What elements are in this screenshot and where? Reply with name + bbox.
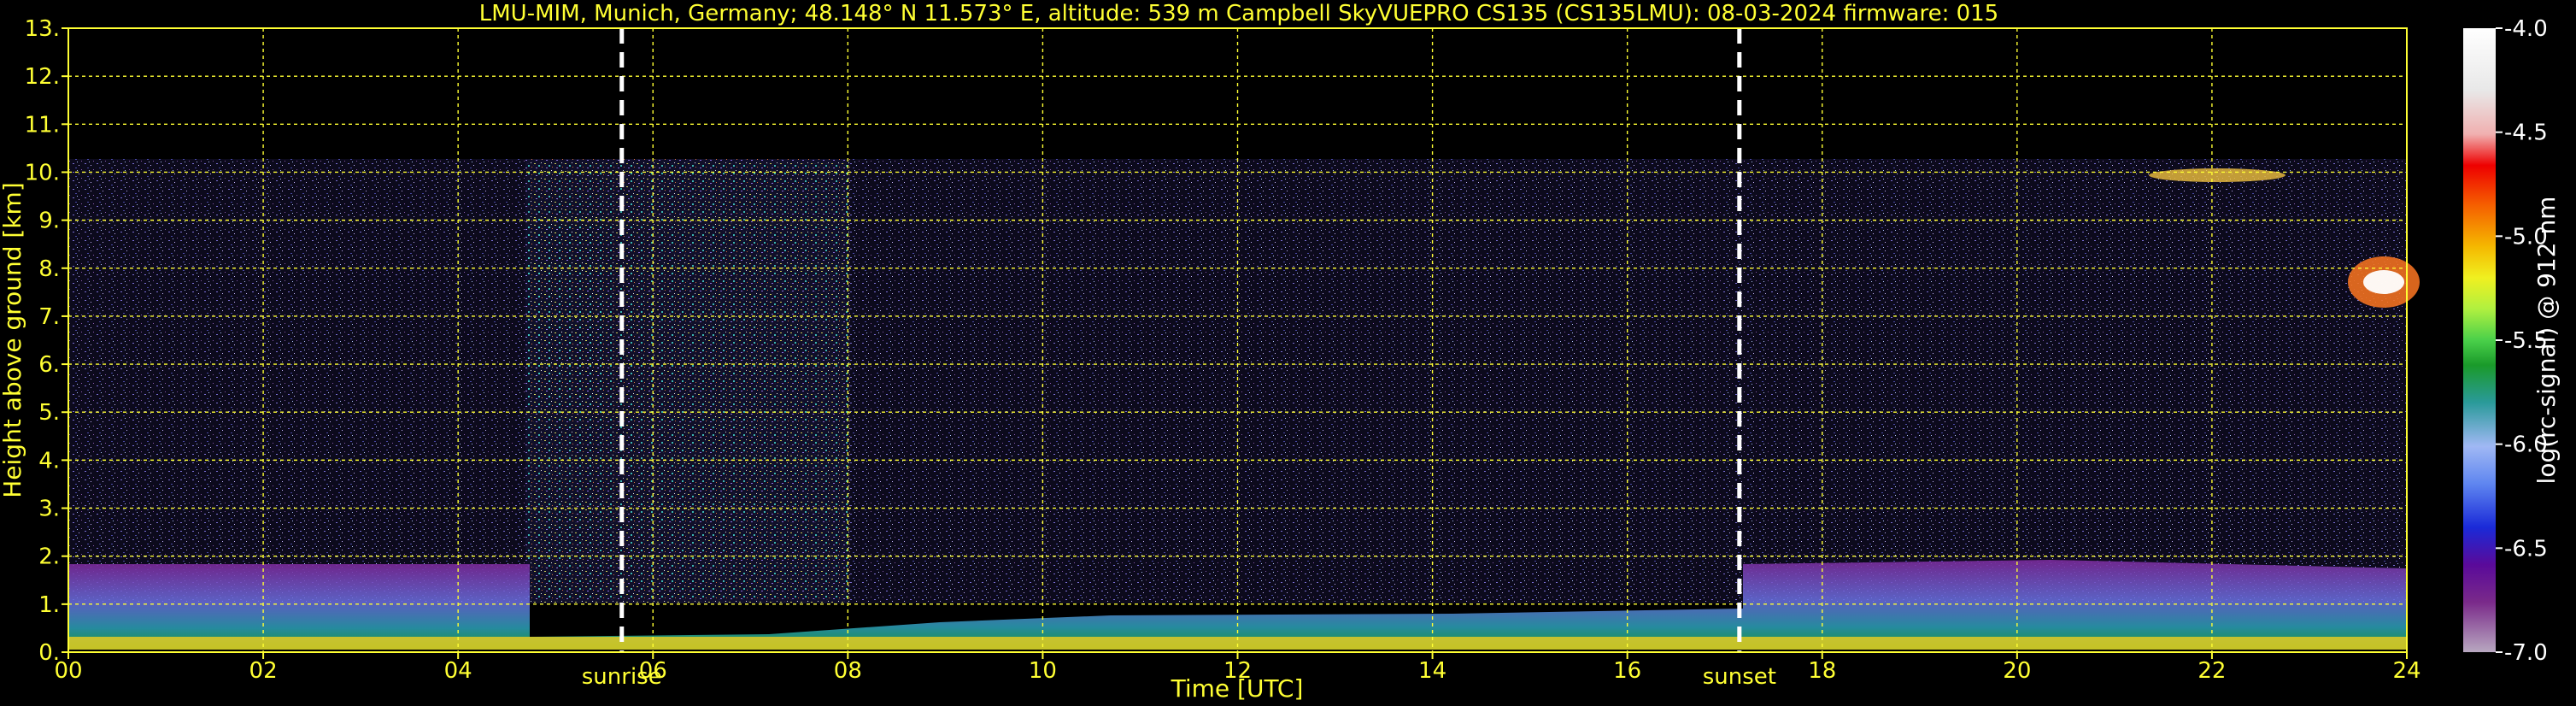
x-tick-label: 14 — [1418, 658, 1446, 684]
y-tick-label: 4. — [38, 448, 60, 474]
y-tick-label: 2. — [38, 544, 60, 570]
y-axis-title: Height above ground [km] — [0, 182, 26, 498]
aerosol-plume-core — [525, 214, 607, 410]
y-tick-label: 6. — [38, 352, 60, 378]
sunset-label: sunset — [1703, 664, 1776, 690]
cirrus-cloud-core — [2363, 270, 2404, 294]
x-tick-label: 04 — [444, 658, 472, 684]
y-tick-label: 8. — [38, 256, 60, 282]
x-tick-label: 22 — [2198, 658, 2226, 684]
y-tick-label: 11. — [25, 112, 60, 138]
ceilometer-chart: sunrise sunset 00 02 04 06 08 10 12 14 16 18 20 22 24… — [0, 1, 2561, 703]
x-axis-title: Time [UTC] — [1171, 674, 1304, 703]
y-tick-label: 9. — [38, 209, 60, 234]
y-tick-label: 12. — [25, 64, 60, 90]
y-tick-label: 10. — [25, 160, 60, 185]
y-tick-label: 0. — [38, 640, 60, 666]
cirrus-streak — [2149, 168, 2286, 182]
chart-title: LMU-MIM, Munich, Germany; 48.148° N 11.5… — [479, 1, 1998, 26]
colorbar-tick-label: -4.0 — [2504, 16, 2548, 42]
x-tick-label: 16 — [1613, 658, 1641, 684]
colorbar-tick-label: -4.5 — [2504, 121, 2548, 146]
colorbar-tick-label: -7.0 — [2504, 640, 2548, 666]
y-tick-label: 7. — [38, 304, 60, 330]
x-tick-label: 08 — [834, 658, 862, 684]
x-tick-label: 10 — [1029, 658, 1057, 684]
x-tick-label: 06 — [639, 658, 667, 684]
x-tick-label: 24 — [2392, 658, 2421, 684]
x-tick-label: 20 — [2003, 658, 2031, 684]
colorbar-title: log(rc-signal) @ 912 nm — [2532, 197, 2561, 485]
y-tick-label: 13. — [25, 16, 60, 42]
y-tick-label: 3. — [38, 497, 60, 522]
y-tick-label: 1. — [38, 592, 60, 618]
colorbar-tick-label: -6.5 — [2504, 536, 2548, 562]
y-tick-label: 5. — [38, 400, 60, 426]
x-tick-label: 02 — [249, 658, 278, 684]
x-tick-label: 18 — [1808, 658, 1836, 684]
colorbar — [2463, 28, 2496, 652]
